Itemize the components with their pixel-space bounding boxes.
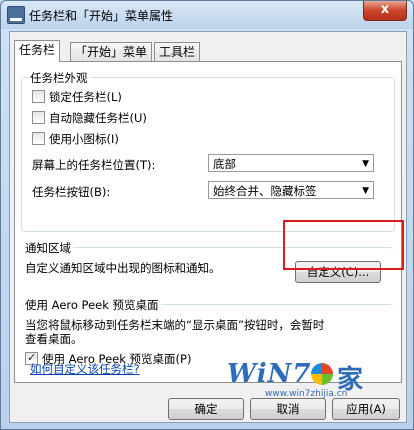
watermark-brand: WiN7. xyxy=(227,359,322,389)
location-value: 底部 xyxy=(213,157,236,171)
buttons-value: 始终合并、隐藏标签 xyxy=(213,184,317,198)
small-icons-label: 使用小图标(I) xyxy=(49,132,119,146)
aero-peek-group-title: 使用 Aero Peek 预览桌面 xyxy=(23,297,161,313)
lock-taskbar-checkbox[interactable] xyxy=(32,90,45,103)
tab-taskbar[interactable]: 任务栏 xyxy=(14,40,61,62)
window-title: 任务栏和「开始」菜单属性 xyxy=(29,9,174,23)
help-link[interactable]: 如何自定义该任务栏? xyxy=(30,361,140,377)
lock-taskbar-label: 锁定任务栏(L) xyxy=(49,90,122,104)
aero-peek-description-line2: 查看桌面。 xyxy=(25,332,83,346)
watermark-logo: WiN7. 家 www.win7zhijia.cn xyxy=(227,359,377,403)
buttons-label: 任务栏按钮(B): xyxy=(32,185,111,199)
buttons-select[interactable]: 始终合并、隐藏标签 ▼ xyxy=(208,181,374,199)
chevron-down-icon: ▼ xyxy=(362,159,369,169)
auto-hide-label: 自动隐藏任务栏(U) xyxy=(49,111,147,125)
appearance-group: 任务栏外观 锁定任务栏(L) 自动隐藏任务栏(U) 使用小图标(I) 屏幕上的任… xyxy=(21,70,395,232)
properties-window: 任务栏和「开始」菜单属性 x 任务栏 「开始」菜单 工具栏 任务栏外观 锁定任务… xyxy=(0,0,414,430)
notification-description: 自定义通知区域中出现的图标和通知。 xyxy=(25,261,221,275)
lock-taskbar-option[interactable]: 锁定任务栏(L) xyxy=(32,89,122,105)
close-button[interactable]: x xyxy=(363,1,407,21)
watermark-url: www.win7zhijia.cn xyxy=(265,389,348,399)
tab-toolbars[interactable]: 工具栏 xyxy=(154,42,201,61)
windows-logo-icon xyxy=(311,363,333,385)
chevron-down-icon: ▼ xyxy=(362,186,369,196)
small-icons-option[interactable]: 使用小图标(I) xyxy=(32,131,119,147)
title-bar: 任务栏和「开始」菜单属性 x xyxy=(1,1,413,29)
taskbar-icon xyxy=(7,6,25,24)
tab-start-menu[interactable]: 「开始」菜单 xyxy=(70,42,153,61)
small-icons-checkbox[interactable] xyxy=(32,132,45,145)
notification-group-title: 通知区域 xyxy=(23,240,73,256)
appearance-group-title: 任务栏外观 xyxy=(28,70,90,86)
location-label: 屏幕上的任务栏位置(T): xyxy=(32,158,156,172)
auto-hide-checkbox[interactable] xyxy=(32,111,45,124)
location-select[interactable]: 底部 ▼ xyxy=(208,154,374,172)
auto-hide-option[interactable]: 自动隐藏任务栏(U) xyxy=(32,110,147,126)
aero-peek-group: 使用 Aero Peek 预览桌面 当您将鼠标移动到任务栏末端的“显示桌面”按钮… xyxy=(21,297,393,366)
highlight-annotation xyxy=(283,220,404,270)
